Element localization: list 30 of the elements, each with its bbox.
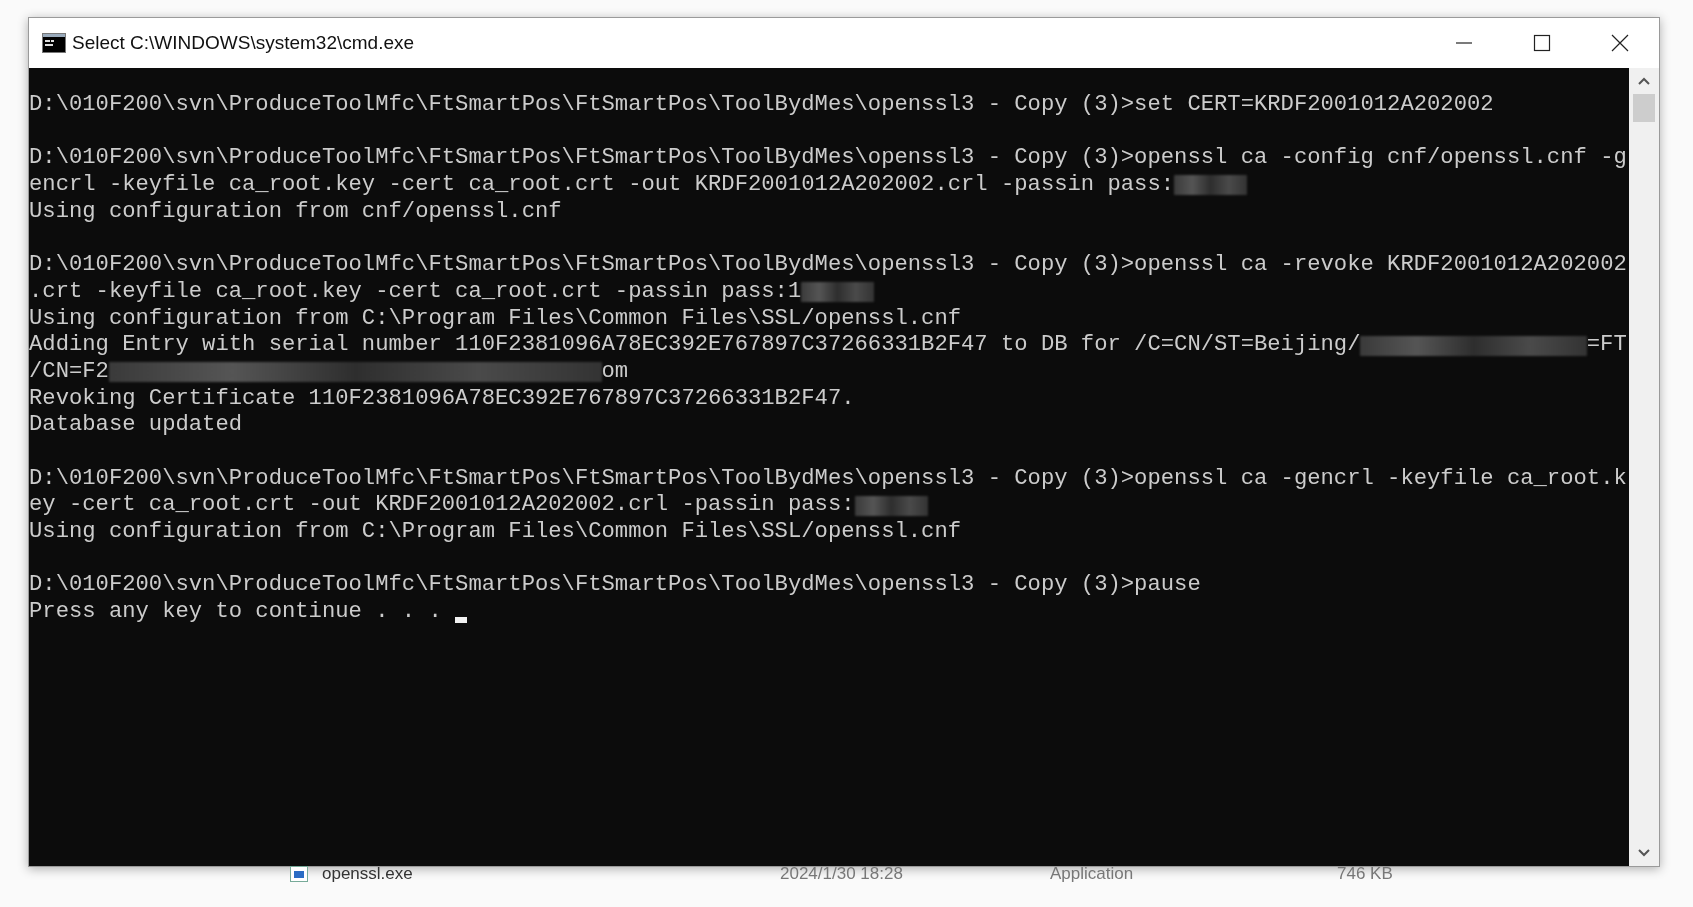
file-type: Application: [1050, 864, 1134, 884]
console-text: D:\010F200\svn\ProduceToolMfc\FtSmartPos\FtSmartPos\ToolBydMes\openssl3 - Copy (3)>openssl ca -revoke KRDF2001012A202002: [29, 252, 1627, 279]
scroll-thumb[interactable]: [1633, 94, 1655, 122]
console-text: .crt -keyfile ca_root.key -cert ca_root.crt -passin pass:1: [29, 278, 802, 306]
close-icon[interactable]: [1611, 34, 1629, 52]
scrollbar[interactable]: [1629, 68, 1659, 866]
console-text: Database updated: [29, 412, 243, 439]
console-text: D:\010F200\svn\ProduceToolMfc\FtSmartPos\FtSmartPos\ToolBydMes\openssl3 - Copy (3)>openssl ca -config cnf/openssl.cnf -g: [29, 145, 1627, 173]
console-text: om: [601, 358, 629, 386]
file-date: 2024/1/30 18:28: [780, 864, 903, 884]
console-text: Press any key to continue . . .: [29, 599, 443, 626]
console-text: D:\010F200\svn\ProduceToolMfc\FtSmartPos\FtSmartPos\ToolBydMes\openssl3 - Copy (3)>set CERT=KRDF2001012A202002: [29, 92, 1494, 119]
file-name[interactable]: openssl.exe: [322, 864, 413, 884]
window-title: Select C:\WINDOWS\system32\cmd.exe: [72, 32, 415, 54]
console-text: D:\010F200\svn\ProduceToolMfc\FtSmartPos\FtSmartPos\ToolBydMes\openssl3 - Copy (3)>pause: [29, 572, 1201, 600]
console-text: encrl -keyfile ca_root.key -cert ca_root.crt -out KRDF2001012A202002.crl -passin pass:: [29, 172, 1175, 199]
file-size: 746 KB: [1337, 864, 1393, 884]
console-text: Using configuration from C:\Program Files\Common Files\SSL/openssl.cnf: [29, 519, 962, 546]
console-text: Using configuration from C:\Program Files\Common Files\SSL/openssl.cnf: [29, 305, 962, 333]
console-icon: [42, 33, 66, 53]
console-text: ey -cert ca_root.crt -out KRDF2001012A202002.crl -passin pass:: [29, 492, 855, 519]
console-text: D:\010F200\svn\ProduceToolMfc\FtSmartPos\FtSmartPos\ToolBydMes\openssl3 - Copy (3)>openssl ca -gencrl -keyfile ca_root.k: [29, 465, 1627, 493]
scroll-down-icon[interactable]: [1637, 848, 1651, 858]
console-text: /CN=F2: [29, 358, 109, 386]
console-text: =FT: [1586, 332, 1627, 359]
maximize-icon[interactable]: [1533, 34, 1551, 52]
console-text: Revoking Certificate 110F2381096A78EC392E767897C37266331B2F47.: [29, 385, 855, 413]
console-text: Adding Entry with serial number 110F2381096A78EC392E767897C37266331B2F47 to DB for /C=CN/ST=Beijing/: [29, 332, 1361, 359]
scroll-up-icon[interactable]: [1637, 76, 1651, 86]
console-text: Using configuration from cnf/openssl.cnf: [29, 198, 562, 226]
